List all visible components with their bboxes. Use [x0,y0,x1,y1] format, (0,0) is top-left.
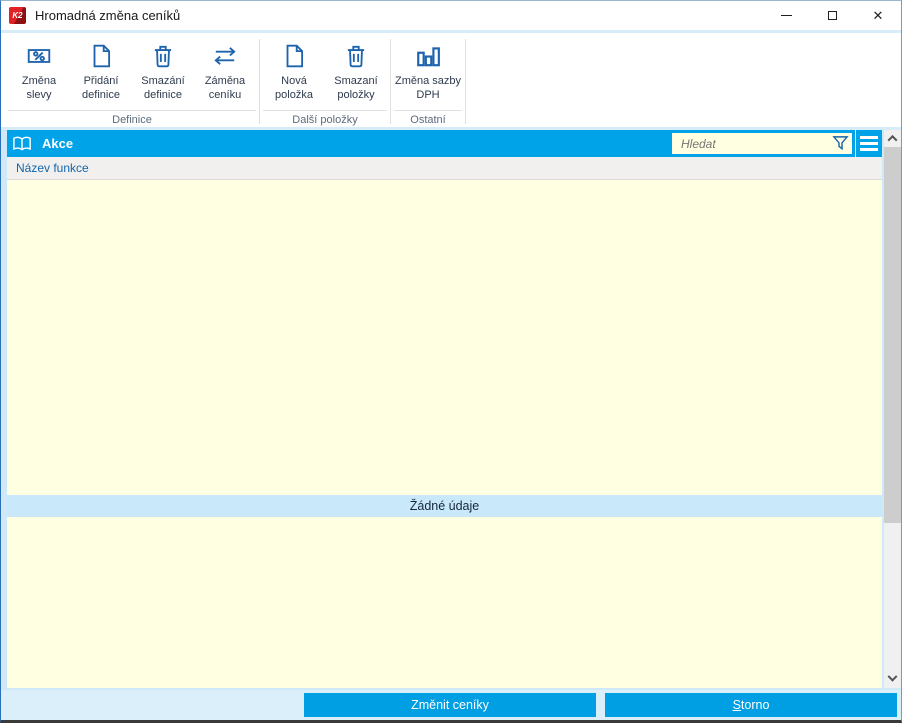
search-input[interactable] [679,135,832,152]
filter-funnel-icon[interactable] [832,135,849,152]
toolbar-group-label: Další položky [263,110,387,126]
search-box [672,133,852,154]
maximize-icon [827,11,837,20]
toolbar-group-label: Definice [8,110,256,126]
bar-chart-icon [415,41,441,71]
new-document-icon [88,41,114,71]
toolbar-separator [465,39,466,124]
window-title: Hromadná změna ceníků [35,8,181,23]
toolbar-group-ostatni: Změna sazby DPH Ostatní [393,33,463,127]
book-icon [12,135,33,153]
change-vat-rate-button[interactable]: Změna sazby DPH [394,36,462,107]
discount-percent-icon [26,41,52,71]
change-pricelists-button[interactable]: Změnit ceníky [304,693,596,717]
minimize-icon [780,15,792,16]
trash-icon [343,41,369,71]
swap-arrows-icon [211,41,239,71]
hamburger-icon [860,136,878,139]
new-item-button[interactable]: Nová položka [263,36,325,107]
trash-icon [150,41,176,71]
panel-menu-button[interactable] [855,130,882,157]
panel-title: Akce [42,136,74,151]
close-button[interactable]: ✕ [855,1,901,30]
toolbar-button-label: Záměna ceníku [204,75,246,102]
minimize-button[interactable] [763,1,809,30]
confirm-button-label: Změnit ceníky [411,698,489,712]
cancel-button[interactable]: Storno [605,693,897,717]
toolbar-button-label: Smazání definice [141,75,185,102]
chevron-up-icon [887,134,898,145]
toolbar-group-definice: Změna slevy Přidání definice Smazání def… [7,33,257,127]
toolbar-group-dalsi-polozky: Nová položka Smazaní položky Další polož… [262,33,388,127]
actions-panel: Akce Název funkce [7,130,882,688]
delete-item-button[interactable]: Smazaní položky [325,36,387,107]
column-header-nazev-funkce[interactable]: Název funkce [7,157,882,180]
scrollbar-track[interactable] [884,523,901,671]
toolbar-separator [259,39,260,124]
footer-bar: Změnit ceníky Storno [1,690,901,720]
chevron-down-icon [887,671,898,682]
toolbar-button-label: Změna sazby DPH [394,75,462,102]
vertical-scrollbar[interactable] [884,130,901,688]
toolbar-button-label: Přidání definice [82,75,120,102]
toolbar-group-label: Ostatní [394,110,462,126]
list-area-top [7,180,882,496]
empty-data-label: Žádné údaje [409,499,480,514]
cancel-accelerator: S [732,698,741,712]
window-controls: ✕ [763,1,901,30]
toolbar-button-label: Nová položka [275,75,313,102]
ribbon-toolbar: Změna slevy Přidání definice Smazání def… [1,33,901,127]
delete-definition-button[interactable]: Smazání definice [132,36,194,107]
k2-logo-icon: K2 [9,7,26,24]
new-document-icon [281,41,307,71]
list-area-bottom [7,517,882,688]
column-header-label: Název funkce [16,161,89,175]
empty-data-banner: Žádné údaje [7,495,882,518]
hamburger-icon [860,148,878,151]
panel-header: Akce [7,130,882,157]
scroll-down-button[interactable] [884,671,901,688]
title-bar: K2 Hromadná změna ceníků ✕ [1,1,901,30]
maximize-button[interactable] [809,1,855,30]
swap-pricelist-button[interactable]: Záměna ceníku [194,36,256,107]
toolbar-button-label: Změna slevy [21,75,57,102]
add-definition-button[interactable]: Přidání definice [70,36,132,107]
toolbar-separator [390,39,391,124]
change-discount-button[interactable]: Změna slevy [8,36,70,107]
dialog-window: K2 Hromadná změna ceníků ✕ Změna slevy P… [0,0,902,723]
toolbar-button-label: Smazaní položky [334,75,378,102]
scroll-up-button[interactable] [884,130,901,147]
main-area: Akce Název funkce [1,130,901,690]
cancel-button-label: torno [740,698,770,712]
scrollbar-thumb[interactable] [884,147,901,523]
hamburger-icon [860,142,878,145]
